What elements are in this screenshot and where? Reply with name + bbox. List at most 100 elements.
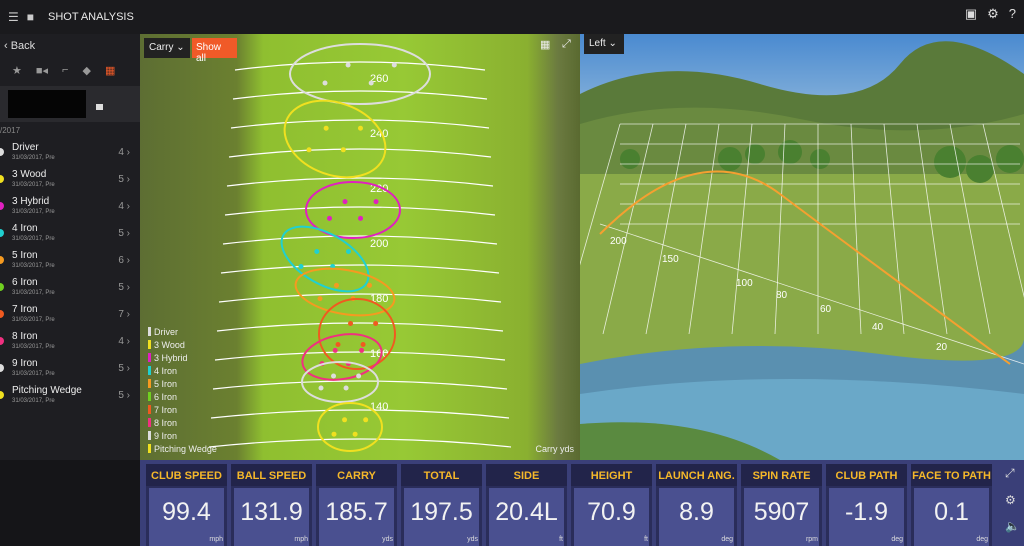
star-icon[interactable]: ★ <box>12 64 22 77</box>
shot-dot[interactable] <box>318 385 324 391</box>
metric-dropdown[interactable]: Carry ⌄ <box>144 38 190 58</box>
gear-icon[interactable]: ⚙ <box>987 6 999 22</box>
menu-icon[interactable]: ☰ <box>8 10 19 24</box>
fullscreen-icon[interactable]: ⤢ <box>1005 466 1020 481</box>
user-profile[interactable] <box>0 86 140 122</box>
video-icon[interactable]: ■◂ <box>36 64 48 77</box>
stat-tile[interactable]: CLUB SPEED 99.4 mph <box>146 464 227 546</box>
stat-label: BALL SPEED <box>231 464 312 486</box>
shot-dot[interactable] <box>306 147 312 153</box>
shot-dot[interactable] <box>331 373 337 379</box>
shot-dot[interactable] <box>331 431 337 437</box>
layout-icon[interactable]: ▦ <box>540 38 550 51</box>
stat-tile[interactable]: CARRY 185.7 yds <box>316 464 397 546</box>
shot-dot[interactable] <box>363 417 369 423</box>
shot-dot[interactable] <box>358 215 364 221</box>
shot-dot[interactable] <box>357 125 363 131</box>
club-item[interactable]: Driver 31/03/2017, Pre 4 › <box>0 140 140 167</box>
shot-dot[interactable] <box>343 385 349 391</box>
shot-dot[interactable] <box>327 215 332 221</box>
club-item[interactable]: 7 Iron 31/03/2017, Pre 7 › <box>0 302 140 329</box>
club-color-dot <box>0 229 4 237</box>
club-item[interactable]: Pitching Wedge 31/03/2017, Pre 5 › <box>0 383 140 410</box>
distance-label: 80 <box>776 290 788 301</box>
legend-item: 8 Iron <box>148 417 217 430</box>
distance-label: 100 <box>736 278 753 289</box>
club-date: 31/03/2017, Pre <box>12 317 55 323</box>
shot-dot[interactable] <box>322 80 328 86</box>
club-color-dot <box>0 364 4 372</box>
shot-dot[interactable] <box>345 62 351 68</box>
stat-tile[interactable]: LAUNCH ANG. 8.9 deg <box>656 464 737 546</box>
club-item[interactable]: 5 Iron 31/03/2017, Pre 6 › <box>0 248 140 275</box>
shot-dot[interactable] <box>367 282 372 288</box>
trajectory-3d-view[interactable]: 200 150 100 80 60 40 20 Left ⌄ <box>580 34 1024 460</box>
tag-icon[interactable]: ◆ <box>82 64 90 77</box>
stat-label: SPIN RATE <box>741 464 822 486</box>
stat-tile[interactable]: SPIN RATE 5907 rpm <box>741 464 822 546</box>
shot-dot[interactable] <box>335 342 341 347</box>
stat-label: TOTAL <box>401 464 482 486</box>
club-item[interactable]: 4 Iron 31/03/2017, Pre 5 › <box>0 221 140 248</box>
shot-dot[interactable] <box>332 347 338 353</box>
shot-dot[interactable] <box>359 347 365 353</box>
club-item[interactable]: 3 Wood 31/03/2017, Pre 5 › <box>0 167 140 194</box>
settings-icon[interactable]: ⚙ <box>1005 493 1020 507</box>
shot-dot[interactable] <box>323 125 329 131</box>
club-name: 6 Iron <box>12 277 38 288</box>
shot-dot[interactable] <box>352 431 358 437</box>
distance-label: 200 <box>610 236 627 247</box>
shot-dot[interactable] <box>342 199 348 205</box>
dispersion-view[interactable]: 260 240 220 200 180 160 140 Carry ⌄ Show all ▦… <box>140 34 580 460</box>
yard-line <box>218 293 502 303</box>
stat-tile[interactable]: CLUB PATH -1.9 deg <box>826 464 907 546</box>
shot-dot[interactable] <box>340 147 346 153</box>
grid-icon[interactable]: ▦ <box>105 64 115 77</box>
yard-line <box>216 322 504 332</box>
club-color-dot <box>0 256 4 264</box>
club-item[interactable]: 8 Iron 31/03/2017, Pre 4 › <box>0 329 140 356</box>
stat-tile[interactable]: BALL SPEED 131.9 mph <box>231 464 312 546</box>
back-button[interactable]: ‹ Back <box>4 40 35 52</box>
axis-label: Carry yds <box>535 444 574 454</box>
shot-dot[interactable] <box>356 373 362 379</box>
club-item[interactable]: 9 Iron 31/03/2017, Pre 5 › <box>0 356 140 383</box>
shot-dot[interactable] <box>342 417 348 423</box>
club-item[interactable]: 6 Iron 31/03/2017, Pre 5 › <box>0 275 140 302</box>
shot-dot[interactable] <box>373 199 379 205</box>
club-date: 31/03/2017, Pre <box>12 263 55 269</box>
3d-scene: 200 150 100 80 60 40 20 <box>580 34 1024 460</box>
shot-dot[interactable] <box>391 62 397 68</box>
club-icon[interactable]: ⌐ <box>62 64 68 77</box>
volume-icon[interactable]: 🔈 <box>1005 519 1020 533</box>
help-icon[interactable]: ? <box>1009 6 1016 22</box>
shot-dot[interactable] <box>298 264 304 269</box>
legend-item: 5 Iron <box>148 378 217 391</box>
shot-dot[interactable] <box>348 321 354 326</box>
monitor-icon[interactable]: ▣ <box>965 6 977 22</box>
folder-icon[interactable]: ■ <box>27 10 34 24</box>
shot-dot[interactable] <box>317 296 323 302</box>
shot-dot[interactable] <box>346 249 352 254</box>
club-color-dot <box>0 202 4 210</box>
distance-label: 20 <box>936 342 948 353</box>
stat-tile[interactable]: HEIGHT 70.9 ft <box>571 464 652 546</box>
expand-icon[interactable]: ⤢ <box>562 38 571 51</box>
shot-dot[interactable] <box>334 282 339 288</box>
stat-unit: deg <box>891 536 903 543</box>
stat-label: SIDE <box>486 464 567 486</box>
club-name: 8 Iron <box>12 331 38 342</box>
stat-tile[interactable]: SIDE 20.4L ft <box>486 464 567 546</box>
shot-dot[interactable] <box>373 321 379 326</box>
show-all-button[interactable]: Show all <box>192 38 237 64</box>
shot-dot[interactable] <box>360 342 366 347</box>
club-name: 5 Iron <box>12 250 38 261</box>
club-item[interactable]: 3 Hybrid 31/03/2017, Pre 4 › <box>0 194 140 221</box>
camera-dropdown[interactable]: Left ⌄ <box>584 34 624 54</box>
yard-line <box>208 438 512 448</box>
legend-item: 9 Iron <box>148 430 217 443</box>
shot-dot[interactable] <box>314 249 320 254</box>
stat-tile[interactable]: TOTAL 197.5 yds <box>401 464 482 546</box>
shot-dot[interactable] <box>368 80 374 86</box>
stat-tile[interactable]: FACE TO PATH 0.1 deg <box>911 464 992 546</box>
